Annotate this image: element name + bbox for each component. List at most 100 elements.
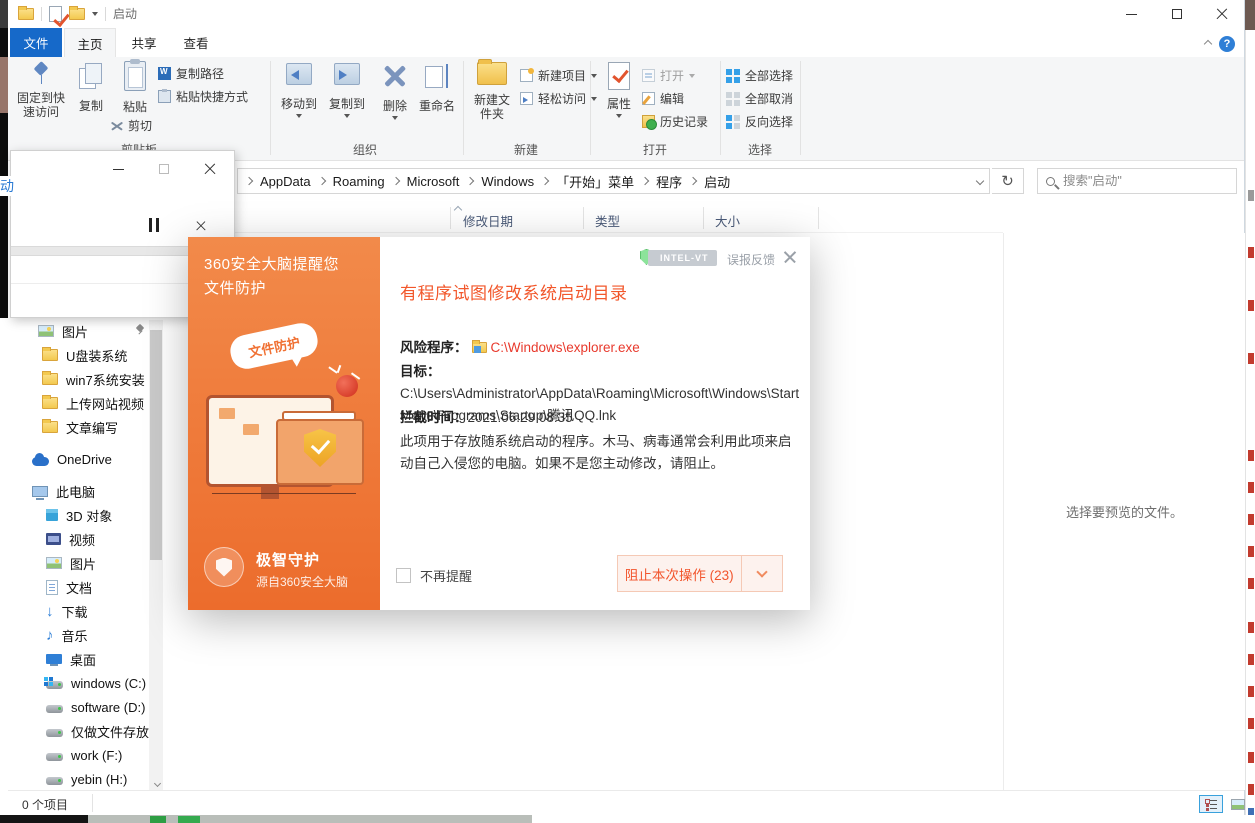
chevron-right-icon[interactable] xyxy=(541,177,549,185)
copy-button[interactable]: 复制 xyxy=(70,63,112,113)
maximize-button[interactable] xyxy=(153,159,175,179)
download-arrow-icon: ↓ xyxy=(46,604,54,619)
copy-to-button[interactable]: 复制到 xyxy=(324,63,370,118)
sidebar-item-pictures[interactable]: 图片 xyxy=(8,551,150,575)
intercept-time-value: 2021.06.29 08:35 xyxy=(468,410,573,425)
breadcrumb-programs[interactable]: 程序 xyxy=(652,172,686,191)
qat-customize-icon[interactable] xyxy=(92,12,98,16)
easy-access-icon xyxy=(520,92,533,105)
copy-to-icon xyxy=(334,63,360,85)
chevron-right-icon[interactable] xyxy=(245,177,253,185)
search-input[interactable] xyxy=(1063,174,1213,188)
column-header-size[interactable]: 大小 xyxy=(715,211,740,230)
background-window-sliver xyxy=(1245,0,1255,823)
sidebar-item-drive-d[interactable]: software (D:) xyxy=(8,695,150,719)
chevron-right-icon[interactable] xyxy=(689,177,697,185)
sidebar-item-this-pc[interactable]: 此电脑 xyxy=(8,479,150,503)
breadcrumb-appdata[interactable]: AppData xyxy=(256,174,315,189)
sidebar-item-desktop[interactable]: 桌面 xyxy=(8,647,150,671)
sidebar-item-folder[interactable]: U盘装系统 xyxy=(8,343,150,367)
chevron-right-icon[interactable] xyxy=(466,177,474,185)
address-dropdown-icon[interactable] xyxy=(976,177,984,185)
breadcrumb-microsoft[interactable]: Microsoft xyxy=(403,174,464,189)
column-header-date[interactable]: 修改日期 xyxy=(463,211,513,230)
folder-icon[interactable] xyxy=(18,8,34,20)
shield-badge xyxy=(204,547,244,587)
easy-access-button[interactable]: 轻松访问 xyxy=(520,90,597,107)
chevron-right-icon[interactable] xyxy=(641,177,649,185)
refresh-button[interactable]: ↻ xyxy=(992,168,1024,194)
copy-path-button[interactable]: 复制路径 xyxy=(158,65,224,82)
minimize-button[interactable] xyxy=(1109,0,1154,28)
sidebar-item-onedrive[interactable]: OneDrive xyxy=(8,447,150,471)
cut-button[interactable]: 剪切 xyxy=(110,117,152,134)
chevron-right-icon[interactable] xyxy=(391,177,399,185)
sidebar-item-folder[interactable]: 文章编写 xyxy=(8,415,150,439)
select-all-button[interactable]: 全部选择 xyxy=(726,67,793,84)
scrollbar-down-arrow[interactable] xyxy=(151,777,163,789)
paste-button[interactable]: 粘贴 xyxy=(112,61,158,114)
sidebar-item-3d-objects[interactable]: 3D 对象 xyxy=(8,503,150,527)
breadcrumb-roaming[interactable]: Roaming xyxy=(329,174,389,189)
sidebar-item-documents[interactable]: 文档 xyxy=(8,575,150,599)
sidebar-item-drive-e[interactable]: 仅做文件存放 (E xyxy=(8,719,150,743)
new-item-button[interactable]: 新建项目 xyxy=(520,67,597,84)
breadcrumb-start-menu[interactable]: 「开始」菜单 xyxy=(552,172,638,191)
paste-shortcut-button[interactable]: 粘贴快捷方式 xyxy=(158,88,248,105)
sidebar-item-folder[interactable]: win7系统安装 xyxy=(8,367,150,391)
close-button[interactable] xyxy=(199,159,221,179)
sidebar-item-folder[interactable]: 上传网站视频 xyxy=(8,391,150,415)
block-action-dropdown[interactable] xyxy=(741,556,783,591)
new-folder-button[interactable]: 新建文件夹 xyxy=(468,62,516,121)
rename-button[interactable]: 重命名 xyxy=(414,64,460,113)
move-to-button[interactable]: 移动到 xyxy=(276,63,322,118)
properties-check-icon[interactable] xyxy=(49,6,62,22)
tab-home[interactable]: 主页 xyxy=(64,28,116,57)
folder-icon[interactable] xyxy=(69,8,85,20)
breadcrumb-windows[interactable]: Windows xyxy=(477,174,538,189)
close-button[interactable] xyxy=(1199,0,1244,28)
scrollbar-thumb[interactable] xyxy=(150,330,162,560)
pin-to-quick-access-button[interactable]: 固定到快速访问 xyxy=(12,63,70,119)
select-none-button[interactable]: 全部取消 xyxy=(726,90,793,107)
thumbnail-view-button[interactable] xyxy=(1226,795,1250,813)
protection-illustration: 文件防护 xyxy=(188,317,380,497)
chevron-right-icon[interactable] xyxy=(317,177,325,185)
sidebar-item-drive-f[interactable]: work (F:) xyxy=(8,743,150,767)
help-icon[interactable]: ? xyxy=(1219,36,1235,52)
risk-program-path[interactable]: C:\Windows\explorer.exe xyxy=(491,340,640,355)
breadcrumb-startup[interactable]: 启动 xyxy=(700,172,734,191)
sidebar-scrollbar[interactable] xyxy=(149,320,163,792)
false-positive-report-link[interactable]: 误报反馈 xyxy=(727,251,775,268)
minimize-button[interactable] xyxy=(107,159,129,179)
dont-remind-option[interactable]: 不再提醒 xyxy=(396,566,472,585)
paste-shortcut-icon xyxy=(158,90,171,103)
sidebar-item-drive-h[interactable]: yebin (H:) xyxy=(8,767,150,791)
address-bar[interactable]: AppData Roaming Microsoft Windows 「开始」菜单… xyxy=(237,168,990,194)
history-button[interactable]: 历史记录 xyxy=(642,113,708,130)
edit-button[interactable]: 编辑 xyxy=(642,90,684,107)
tab-share[interactable]: 共享 xyxy=(118,28,170,57)
sidebar-item-pictures-pinned[interactable]: 图片 xyxy=(8,319,150,343)
search-box[interactable] xyxy=(1037,168,1237,194)
close-icon[interactable] xyxy=(782,249,798,265)
pause-button[interactable] xyxy=(143,215,165,235)
tab-file[interactable]: 文件 xyxy=(10,28,62,57)
open-button[interactable]: 打开 xyxy=(642,67,695,84)
column-header-type[interactable]: 类型 xyxy=(595,211,620,230)
properties-button[interactable]: 属性 xyxy=(600,62,638,118)
cancel-button[interactable] xyxy=(189,215,211,235)
sidebar-item-drive-c[interactable]: windows (C:) xyxy=(8,671,150,695)
sidebar-item-videos[interactable]: 视频 xyxy=(8,527,150,551)
checkbox[interactable] xyxy=(396,568,411,583)
block-action-button[interactable]: 阻止本次操作 (23) xyxy=(618,556,741,591)
invert-selection-button[interactable]: 反向选择 xyxy=(726,113,793,130)
tab-view[interactable]: 查看 xyxy=(170,28,222,57)
delete-button[interactable]: 删除 xyxy=(376,64,414,120)
explorer-icon xyxy=(472,342,487,353)
maximize-button[interactable] xyxy=(1154,0,1199,28)
cancel-icon xyxy=(194,219,205,230)
details-view-button[interactable] xyxy=(1199,795,1223,813)
sidebar-item-music[interactable]: ♪ 音乐 xyxy=(8,623,150,647)
sidebar-item-downloads[interactable]: ↓ 下载 xyxy=(8,599,150,623)
